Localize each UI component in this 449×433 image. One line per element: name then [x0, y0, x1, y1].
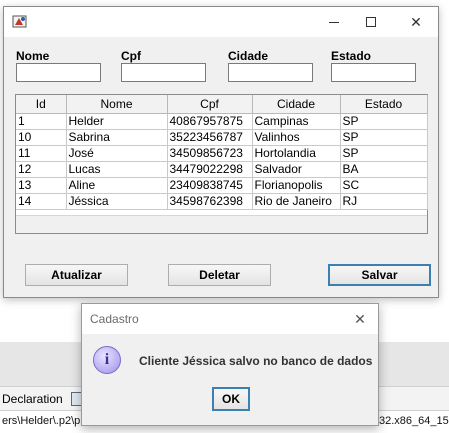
table-row[interactable]: 12 Lucas 34479022298 Salvador BA: [16, 161, 428, 178]
cell-id[interactable]: 12: [16, 161, 67, 178]
table-row[interactable]: 13 Aline 23409838745 Florianopolis SC: [16, 177, 428, 194]
cell-estado[interactable]: SC: [340, 177, 428, 194]
close-icon: ✕: [410, 13, 422, 30]
cell-nome[interactable]: Jéssica: [66, 193, 168, 210]
cell-estado[interactable]: SP: [340, 113, 428, 130]
table-empty-area: [16, 215, 427, 233]
column-header-id[interactable]: Id: [16, 95, 67, 114]
cell-cpf[interactable]: 23409838745: [167, 177, 253, 194]
cell-cpf[interactable]: 40867957875: [167, 113, 253, 130]
cell-estado[interactable]: BA: [340, 161, 428, 178]
cell-nome[interactable]: José: [66, 145, 168, 162]
cell-nome[interactable]: Helder: [66, 113, 168, 130]
dialog-title: Cadastro: [90, 312, 139, 326]
info-icon: i: [93, 346, 121, 374]
window-titlebar[interactable]: ✕: [4, 7, 438, 37]
cell-nome[interactable]: Aline: [66, 177, 168, 194]
cpf-label: Cpf: [121, 49, 141, 63]
cell-nome[interactable]: Lucas: [66, 161, 168, 178]
estado-input[interactable]: [331, 63, 416, 82]
cpf-input[interactable]: [121, 63, 206, 82]
cell-cidade[interactable]: Hortolandia: [252, 145, 341, 162]
table-header: Id Nome Cpf Cidade Estado: [16, 95, 428, 114]
clientes-table: Id Nome Cpf Cidade Estado 1 Helder 40867…: [15, 94, 428, 234]
column-header-cidade[interactable]: Cidade: [252, 95, 341, 114]
minimize-button[interactable]: [314, 7, 354, 37]
cidade-label: Cidade: [228, 49, 269, 63]
table-row[interactable]: 11 José 34509856723 Hortolandia SP: [16, 145, 428, 162]
column-header-nome[interactable]: Nome: [66, 95, 168, 114]
maximize-button[interactable]: [351, 7, 391, 37]
cell-cidade[interactable]: Salvador: [252, 161, 341, 178]
dialog-message: Cliente Jéssica salvo no banco de dados: [139, 354, 373, 368]
cadastro-window: ✕ Nome Cpf Cidade Estado Id Nome Cpf Cid…: [3, 6, 439, 298]
deletar-button[interactable]: Deletar: [168, 264, 271, 286]
cell-cidade[interactable]: Rio de Janeiro: [252, 193, 341, 210]
cell-estado[interactable]: RJ: [340, 193, 428, 210]
table-row[interactable]: 14 Jéssica 34598762398 Rio de Janeiro RJ: [16, 193, 428, 210]
cell-nome[interactable]: Sabrina: [66, 129, 168, 146]
cidade-input[interactable]: [228, 63, 313, 82]
cell-cpf[interactable]: 34509856723: [167, 145, 253, 162]
atualizar-button[interactable]: Atualizar: [25, 264, 128, 286]
cell-id[interactable]: 14: [16, 193, 67, 210]
dialog-titlebar[interactable]: Cadastro ✕: [82, 304, 378, 334]
estado-label: Estado: [331, 49, 372, 63]
table-row[interactable]: 10 Sabrina 35223456787 Valinhos SP: [16, 129, 428, 146]
close-icon: ✕: [354, 310, 366, 327]
column-header-cpf[interactable]: Cpf: [167, 95, 253, 114]
dialog-close-button[interactable]: ✕: [350, 309, 370, 329]
cell-id[interactable]: 11: [16, 145, 67, 162]
column-header-estado[interactable]: Estado: [340, 95, 428, 114]
cell-cidade[interactable]: Florianopolis: [252, 177, 341, 194]
ok-button[interactable]: OK: [212, 387, 250, 411]
table-row[interactable]: 1 Helder 40867957875 Campinas SP: [16, 113, 428, 130]
cell-cpf[interactable]: 35223456787: [167, 129, 253, 146]
cell-cidade[interactable]: Campinas: [252, 113, 341, 130]
maximize-icon: [366, 17, 376, 27]
salvar-button[interactable]: Salvar: [328, 264, 431, 286]
java-app-icon: [12, 15, 27, 28]
cadastro-dialog: Cadastro ✕ i Cliente Jéssica salvo no ba…: [81, 303, 379, 426]
close-button[interactable]: ✕: [396, 7, 436, 37]
cell-cpf[interactable]: 34479022298: [167, 161, 253, 178]
cell-cidade[interactable]: Valinhos: [252, 129, 341, 146]
cell-id[interactable]: 10: [16, 129, 67, 146]
minimize-icon: [329, 21, 339, 23]
declaration-tab[interactable]: Declaration: [2, 392, 63, 406]
nome-label: Nome: [16, 49, 50, 63]
cell-estado[interactable]: SP: [340, 129, 428, 146]
cell-id[interactable]: 13: [16, 177, 67, 194]
cell-cpf[interactable]: 34598762398: [167, 193, 253, 210]
cell-id[interactable]: 1: [16, 113, 67, 130]
cell-estado[interactable]: SP: [340, 145, 428, 162]
nome-input[interactable]: [16, 63, 101, 82]
